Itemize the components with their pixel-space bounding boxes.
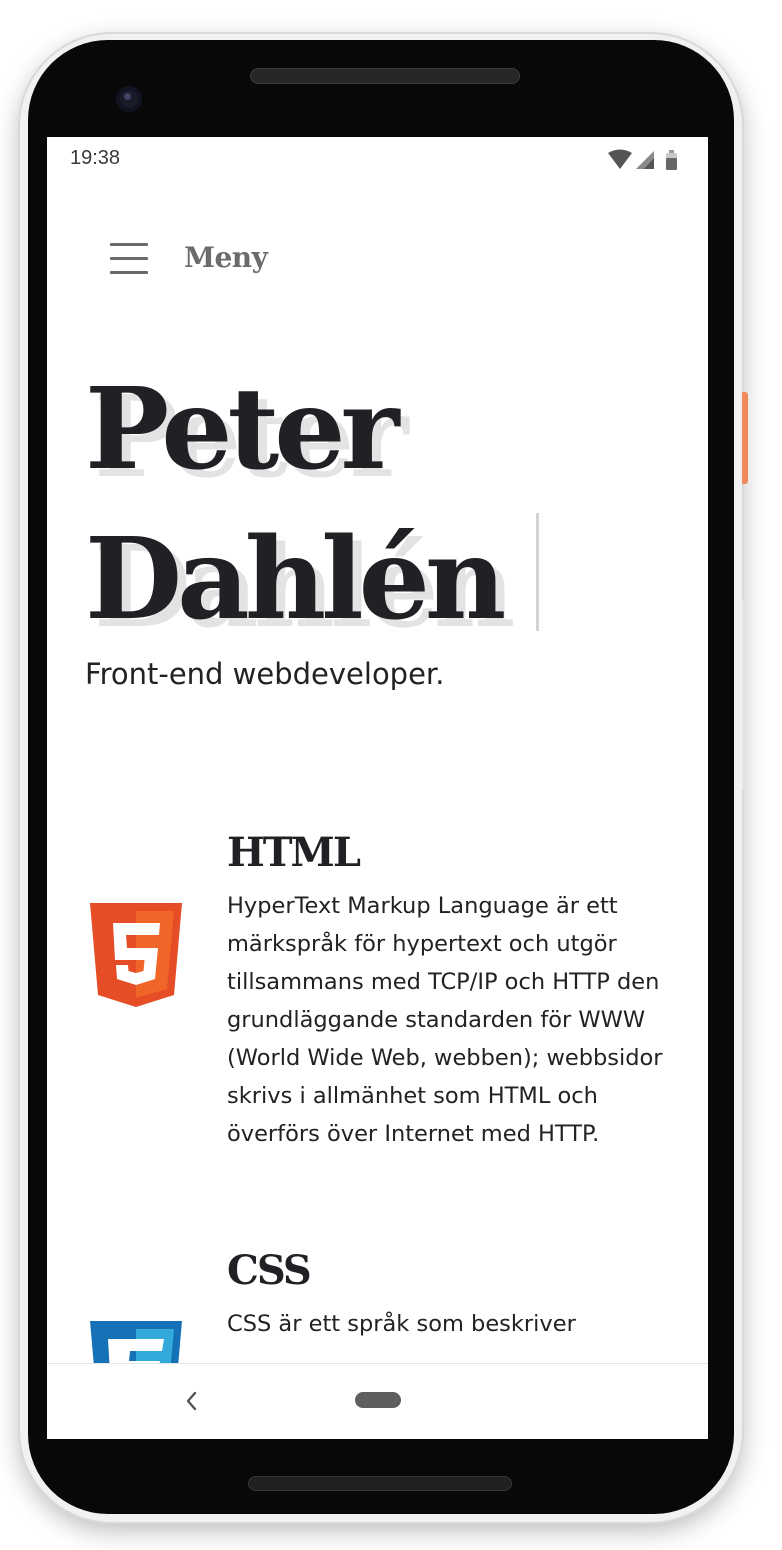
top-speaker [250,68,520,84]
html5-logo-icon [90,903,182,1007]
menu-toggle[interactable]: Meny [110,241,410,281]
typing-cursor [536,513,539,631]
bottom-speaker [248,1476,512,1491]
skill-html: HTML HyperText Markup Language är ett mä… [47,829,708,1209]
volume-button [742,600,747,790]
skill-description: CSS är ett språk som beskriver [227,1311,576,1337]
skill-description: HyperText Markup Language är ett märkspr… [227,893,663,1147]
system-navigation-bar [47,1363,708,1439]
hero-name-last: Dahlén [85,514,506,645]
skill-title: CSS [227,1247,312,1294]
wifi-icon [608,149,632,169]
status-icons [608,149,677,170]
status-time: 19:38 [70,147,121,169]
home-pill-icon[interactable] [355,1392,401,1408]
hero-subtitle: Front-end webdeveloper. [85,657,445,691]
phone-screen: 19:38 Meny Peter Dahlén Front-end webdev… [47,137,708,1439]
signal-icon [636,151,654,169]
power-button [742,392,748,484]
front-camera-icon [116,86,142,112]
back-chevron-icon[interactable] [179,1386,203,1416]
hero-name-first: Peter [85,364,399,495]
hamburger-menu-icon[interactable] [110,243,148,275]
hero-name: Peter Dahlén [85,355,506,655]
status-bar: 19:38 [47,137,708,183]
menu-label[interactable]: Meny [184,241,268,274]
skill-title: HTML [227,829,361,876]
battery-icon [666,150,677,170]
